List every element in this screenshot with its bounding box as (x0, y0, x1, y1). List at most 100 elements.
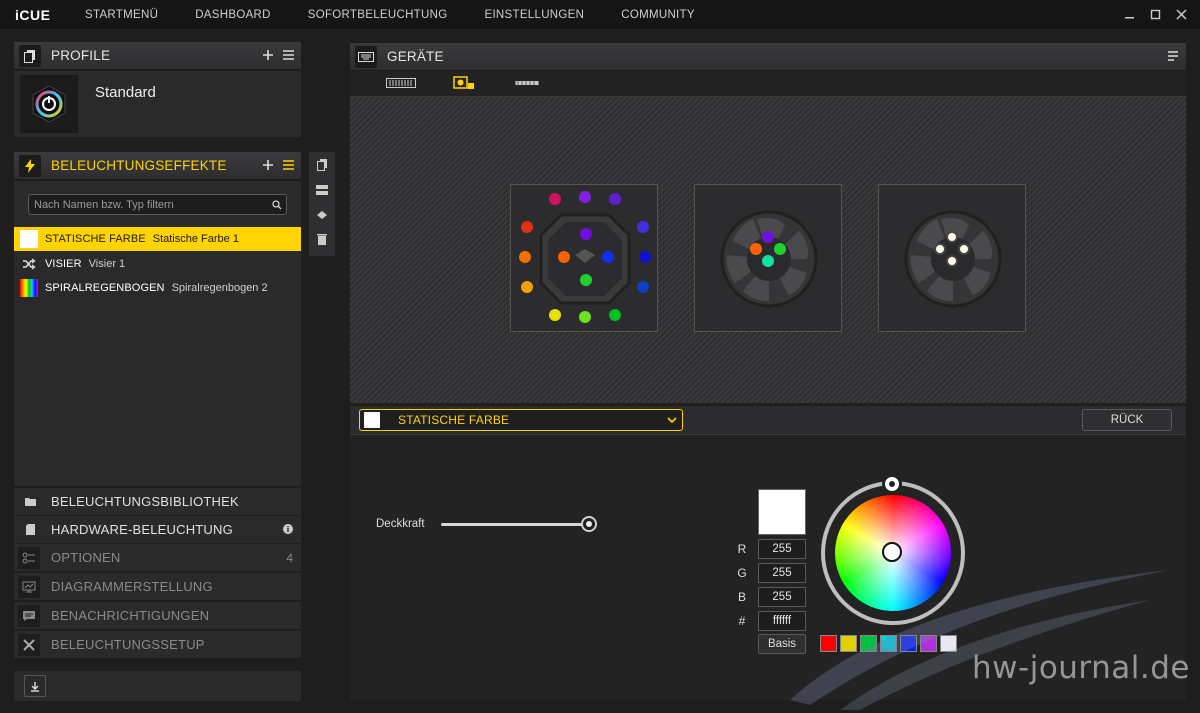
led (609, 309, 621, 321)
section-notifications[interactable]: BENACHRICHTIGUNGEN (14, 601, 301, 629)
section-options[interactable]: OPTIONEN 4 (14, 543, 301, 571)
led (579, 191, 591, 203)
led (934, 243, 946, 255)
section-graph[interactable]: DIAGRAMMERSTELLUNG (14, 572, 301, 600)
effect-item-static[interactable]: STATISCHE FARBE Statische Farbe 1 (14, 227, 301, 251)
g-label: G (737, 566, 747, 580)
profile-header: PROFILE (14, 42, 301, 70)
keyboard-device-tab[interactable] (386, 75, 416, 91)
section-lighting-library[interactable]: BELEUCHTUNGSBIBLIOTHEK (14, 487, 301, 515)
led (580, 274, 592, 286)
led (946, 255, 958, 267)
profile-menu-icon[interactable] (281, 47, 295, 63)
section-label: OPTIONEN (51, 550, 121, 565)
keyboard-icon (355, 45, 377, 68)
nav-startmenu[interactable]: STARTMENÜ (85, 9, 158, 21)
add-profile-icon[interactable] (261, 47, 275, 63)
led (774, 243, 786, 255)
rainbow-swatch (20, 279, 38, 297)
devices-header: GERÄTE (350, 43, 1186, 71)
led (958, 243, 970, 255)
led (519, 251, 531, 263)
nav-sofortbeleuchtung[interactable]: SOFORTBELEUCHTUNG (308, 9, 448, 21)
copy-icon[interactable] (314, 156, 330, 173)
ledstrip-device-tab[interactable] (515, 75, 539, 91)
app-logo: iCUE (15, 6, 51, 23)
effect-type-select[interactable]: STATISCHE FARBE (359, 409, 683, 431)
red-input[interactable] (758, 539, 806, 559)
download-icon[interactable] (24, 675, 46, 697)
search-icon[interactable] (268, 199, 286, 210)
color-picker-handle[interactable] (882, 542, 902, 562)
options-count: 4 (286, 550, 293, 565)
effect-editor-header: STATISCHE FARBE RÜCK (350, 406, 1186, 434)
folder-icon (20, 497, 40, 506)
graph-icon (18, 575, 40, 598)
options-icon (18, 546, 40, 569)
watermark-swoosh (790, 570, 1170, 710)
effect-select-label: STATISCHE FARBE (398, 413, 510, 427)
shuffle-icon (20, 255, 38, 273)
watermark-text: hw-journal.de (972, 650, 1190, 686)
nav-dashboard[interactable]: DASHBOARD (195, 9, 271, 21)
back-button[interactable]: RÜCK (1082, 409, 1172, 431)
add-effect-icon[interactable] (261, 157, 275, 173)
effect-item-spiral-rainbow[interactable]: SPIRALREGENBOGEN Spiralregenbogen 2 (14, 276, 301, 300)
r-label: R (737, 542, 747, 556)
led (639, 251, 651, 263)
lightning-icon (19, 154, 41, 177)
profile-avatar (20, 75, 78, 133)
effect-name: Statische Farbe 1 (152, 233, 239, 245)
tools-icon (18, 633, 40, 656)
nav-einstellungen[interactable]: EINSTELLUNGEN (484, 9, 584, 21)
section-lighting-setup[interactable]: BELEUCHTUNGSSETUP (14, 630, 301, 658)
effect-name: Visier 1 (88, 258, 126, 270)
opacity-slider-handle[interactable] (581, 516, 597, 532)
duplicate-icon[interactable] (314, 181, 330, 198)
led (609, 193, 621, 205)
close-icon[interactable] (1174, 6, 1188, 22)
effect-filter (28, 194, 287, 215)
effect-item-visier[interactable]: VISIER Visier 1 (14, 252, 301, 276)
color-preview (758, 489, 806, 535)
title-bar: iCUE STARTMENÜ DASHBOARD SOFORTBELEUCHTU… (0, 0, 1200, 30)
effect-type: SPIRALREGENBOGEN (45, 282, 165, 294)
effect-type: VISIER (45, 258, 82, 270)
section-hardware-lighting[interactable]: HARDWARE-BELEUCHTUNG (14, 515, 301, 543)
hex-label: # (738, 614, 746, 628)
effect-actions-strip (309, 152, 335, 256)
device-pump-cooler[interactable] (510, 184, 658, 332)
opacity-slider-track[interactable] (441, 523, 589, 526)
led (762, 255, 774, 267)
layers-icon[interactable] (314, 206, 330, 223)
trash-icon[interactable] (314, 231, 330, 248)
led (558, 251, 570, 263)
profile-title: PROFILE (51, 48, 111, 63)
device-fan-1[interactable] (694, 184, 842, 332)
device-fan-2[interactable] (878, 184, 1026, 332)
effects-menu-icon[interactable] (281, 157, 295, 173)
led (637, 221, 649, 233)
profile-item[interactable]: Standard (14, 71, 301, 137)
section-label: HARDWARE-BELEUCHTUNG (51, 522, 233, 537)
section-label: DIAGRAMMERSTELLUNG (51, 579, 213, 594)
profile-name: Standard (95, 84, 156, 101)
device-icon (20, 524, 40, 535)
minimize-icon[interactable] (1122, 6, 1136, 22)
brightness-handle[interactable] (882, 474, 902, 494)
b-label: B (737, 590, 746, 604)
led (521, 221, 533, 233)
effect-filter-input[interactable] (34, 198, 268, 211)
section-label: BELEUCHTUNGSBIBLIOTHEK (51, 494, 239, 509)
devices-menu-icon[interactable] (1166, 48, 1180, 64)
led (521, 281, 533, 293)
nav-community[interactable]: COMMUNITY (621, 9, 695, 21)
maximize-icon[interactable] (1148, 6, 1162, 22)
section-label: BELEUCHTUNGSSETUP (51, 637, 205, 652)
selected-color-swatch (364, 412, 380, 428)
section-label: BENACHRICHTIGUNGEN (51, 608, 210, 623)
led (602, 251, 614, 263)
info-icon[interactable] (283, 523, 293, 537)
commander-device-tab[interactable] (453, 75, 475, 91)
opacity-label: Deckkraft (376, 518, 425, 530)
